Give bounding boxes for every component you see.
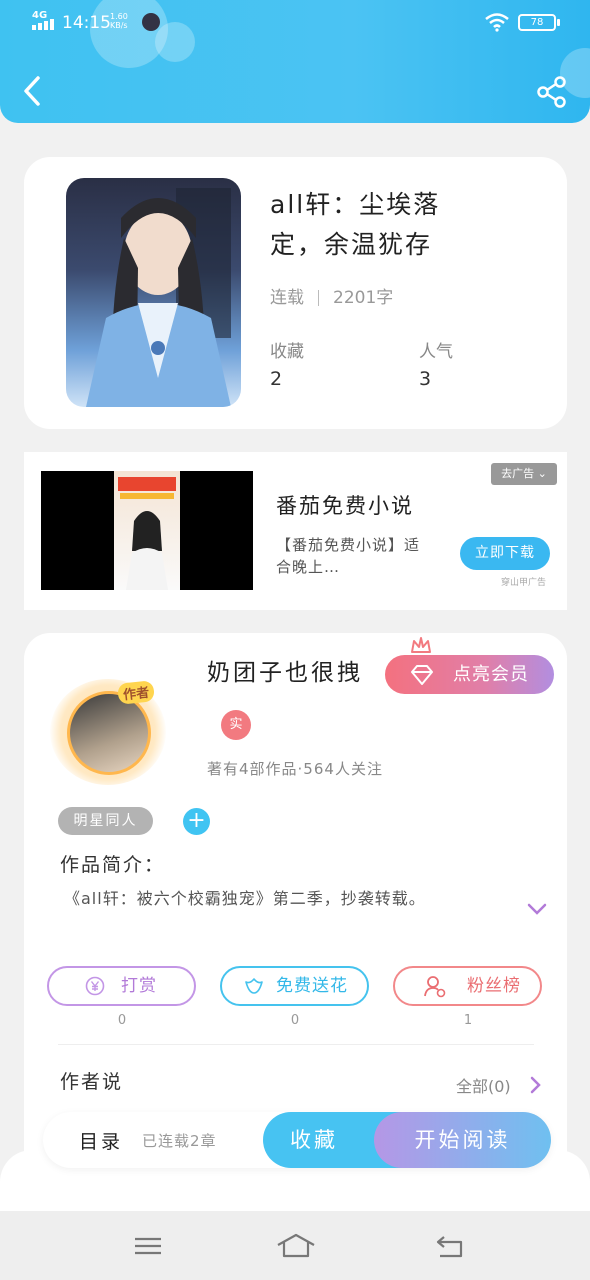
system-nav-bar bbox=[0, 1211, 590, 1280]
author-stats: 著有4部作品·564人关注 bbox=[207, 760, 383, 778]
table-of-contents-button[interactable]: 目录 bbox=[79, 1127, 123, 1154]
bottom-action-bar: 目录 已连载2章 收藏 开始阅读 bbox=[43, 1112, 551, 1168]
stat-favorites-value: 2 bbox=[270, 368, 283, 390]
chapter-count: 已连载2章 bbox=[142, 1132, 217, 1150]
send-flower-label: 免费送花 bbox=[276, 976, 348, 996]
remove-ad-button[interactable]: 去广告 ⌄ bbox=[491, 463, 557, 485]
wifi-icon bbox=[485, 13, 509, 32]
book-info-card: all轩：尘埃落定，余温犹存 连载 2201字 收藏 2 人气 3 bbox=[24, 157, 567, 429]
reward-count: 0 bbox=[117, 1013, 127, 1028]
send-flower-button[interactable]: 免费送花 bbox=[220, 966, 369, 1006]
diamond-icon bbox=[411, 665, 433, 685]
author-say-all-link[interactable]: 全部(0) bbox=[456, 1073, 511, 1097]
fans-ranking-label: 粉丝榜 bbox=[467, 976, 521, 996]
remove-ad-label: 去广告 bbox=[501, 467, 535, 480]
share-button[interactable] bbox=[534, 74, 570, 110]
avatar-image bbox=[67, 691, 151, 775]
intro-text: 《all轩：被六个校霸独宠》第二季，抄袭转载。 bbox=[64, 889, 426, 908]
stat-favorites-label: 收藏 bbox=[270, 342, 304, 362]
home-icon[interactable] bbox=[276, 1231, 316, 1261]
cover-illustration bbox=[86, 188, 231, 407]
flower-icon bbox=[245, 978, 263, 994]
ad-source-tag: 穿山甲广告 bbox=[501, 578, 547, 588]
send-flower-count: 0 bbox=[290, 1013, 300, 1028]
ad-video-frame bbox=[114, 471, 180, 590]
intro-label: 作品简介： bbox=[60, 854, 166, 876]
yen-icon bbox=[85, 976, 105, 996]
clock-time: 14:15 bbox=[62, 13, 111, 33]
book-word-count: 2201字 bbox=[333, 288, 394, 308]
speed-value: 1.60 bbox=[110, 12, 128, 21]
ad-title: 番茄免费小说 bbox=[276, 494, 414, 518]
meta-divider bbox=[318, 290, 319, 306]
stat-popularity-label: 人气 bbox=[419, 342, 453, 362]
author-tag-chip[interactable]: 明星同人 bbox=[58, 807, 153, 835]
network-type: 4G bbox=[32, 10, 48, 21]
book-meta: 连载 2201字 bbox=[270, 283, 393, 308]
fans-ranking-button[interactable]: 粉丝榜 bbox=[393, 966, 542, 1006]
ad-video[interactable] bbox=[41, 471, 253, 590]
battery-icon: 78 bbox=[518, 14, 560, 31]
fans-icon bbox=[424, 976, 446, 998]
stat-popularity-value: 3 bbox=[419, 368, 432, 390]
verified-badge: 实 bbox=[221, 710, 251, 740]
author-name[interactable]: 奶团子也很拽 bbox=[207, 653, 363, 687]
book-status: 连载 bbox=[270, 288, 304, 308]
speed-unit: KB/s bbox=[110, 21, 128, 30]
network-speed: 1.60 KB/s bbox=[110, 12, 128, 30]
book-title: all轩：尘埃落定，余温犹存 bbox=[270, 190, 441, 259]
ad-banner[interactable]: 去广告 ⌄ 番茄免费小说 【番茄免费小说】适合晚上… 立即下载 穿山甲广告 bbox=[24, 452, 567, 610]
author-say-label: 作者说 bbox=[60, 1071, 124, 1093]
back-icon[interactable] bbox=[434, 1231, 466, 1261]
ad-description: 【番茄免费小说】适合晚上… bbox=[276, 536, 421, 576]
reward-button[interactable]: 打赏 bbox=[47, 966, 196, 1006]
vip-label: 点亮会员 bbox=[453, 664, 529, 685]
author-avatar[interactable]: 作者 bbox=[46, 675, 172, 787]
back-button[interactable] bbox=[18, 72, 48, 110]
status-bar: 4G 14:15 1.60 KB/s 78 bbox=[0, 0, 590, 44]
menu-icon[interactable] bbox=[132, 1231, 164, 1261]
chevron-right-icon[interactable] bbox=[529, 1075, 543, 1095]
battery-level: 78 bbox=[530, 17, 544, 28]
top-header: 4G 14:15 1.60 KB/s 78 bbox=[0, 0, 590, 123]
section-divider bbox=[58, 1044, 534, 1045]
crown-icon bbox=[411, 637, 431, 653]
book-cover-image[interactable] bbox=[66, 178, 241, 407]
notification-icon bbox=[142, 13, 160, 31]
start-reading-button[interactable]: 开始阅读 bbox=[374, 1112, 551, 1168]
chevron-down-icon[interactable] bbox=[526, 901, 548, 917]
ad-download-button[interactable]: 立即下载 bbox=[460, 537, 550, 570]
add-tag-button[interactable]: + bbox=[183, 808, 210, 835]
reward-label: 打赏 bbox=[121, 976, 157, 996]
fans-count: 1 bbox=[463, 1013, 473, 1028]
